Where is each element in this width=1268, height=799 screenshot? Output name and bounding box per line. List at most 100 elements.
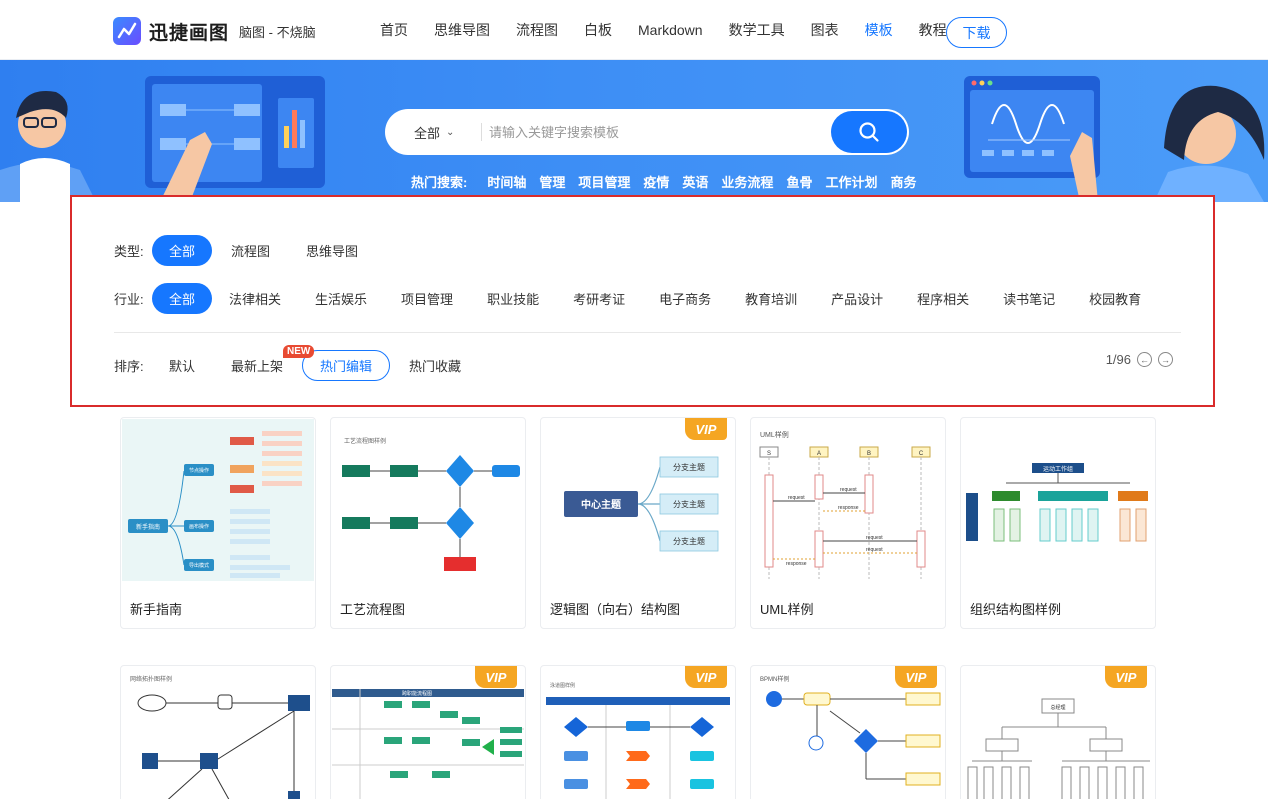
search-input[interactable] — [489, 117, 819, 147]
hero-banner: 全部 ⌄ 热门搜索: 时间轴 管理 项目管理 疫情 英语 业务流程 鱼骨 工作计… — [0, 60, 1268, 202]
thumb-branch-label: 画布操作 — [189, 523, 209, 530]
vip-badge: VIP — [895, 666, 937, 688]
hot-search-label: 热门搜索: — [411, 175, 468, 190]
template-card[interactable]: VIP BPMN样例 — [750, 665, 946, 799]
nav-item-whiteboard[interactable]: 白板 — [584, 20, 612, 40]
nav-item-flowchart[interactable]: 流程图 — [516, 20, 558, 40]
template-card[interactable]: 运动工作组 组织结构图样例 — [960, 417, 1156, 629]
download-button[interactable]: 下载 — [946, 17, 1007, 48]
thumb-top-label: 总经理 — [1050, 704, 1065, 711]
industry-chip[interactable]: 职业技能 — [470, 283, 556, 314]
thumb-branch-label: 导出模式 — [189, 562, 209, 569]
template-card[interactable]: VIP 总经理 — [960, 665, 1156, 799]
next-page-icon[interactable]: → — [1158, 352, 1173, 367]
thumb-lane-label: S — [767, 451, 771, 457]
industry-chip-all[interactable]: 全部 — [152, 283, 213, 314]
template-title: 组织结构图样例 — [970, 602, 1062, 617]
template-title: 逻辑图（向右）结构图 — [550, 602, 681, 617]
nav-item-charts[interactable]: 图表 — [811, 20, 839, 40]
search-icon — [859, 122, 879, 142]
thumb-message-label: request — [866, 535, 883, 541]
industry-chip[interactable]: 程序相关 — [900, 283, 986, 314]
sort-chip-hot-edit[interactable]: 热门编辑 — [302, 350, 391, 381]
type-chip-flowchart[interactable]: 流程图 — [214, 235, 287, 266]
nav-item-mindmap[interactable]: 思维导图 — [434, 20, 490, 40]
industry-filter-row: 行业: 全部 法律相关 生活娱乐 项目管理 职业技能 考研考证 电子商务 教育培… — [114, 283, 1158, 314]
thumb-message-label: response — [786, 561, 807, 567]
industry-chip[interactable]: 产品设计 — [814, 283, 900, 314]
template-card[interactable]: VIP 泳道图样例 — [540, 665, 736, 799]
hot-search-term[interactable]: 疫情 — [643, 172, 669, 191]
nav-item-markdown[interactable]: Markdown — [638, 22, 703, 38]
prev-page-icon[interactable]: ← — [1137, 352, 1152, 367]
logo-subtitle: 脑图 - 不烧脑 — [239, 24, 316, 40]
thumb-heading: 网络拓扑图样例 — [130, 675, 172, 683]
sort-chip-hot-favorite[interactable]: 热门收藏 — [392, 350, 478, 381]
industry-chip[interactable]: 生活娱乐 — [298, 283, 384, 314]
hot-search-term[interactable]: 项目管理 — [578, 172, 630, 191]
hot-search-term[interactable]: 英语 — [682, 172, 708, 191]
nav-item-math-tools[interactable]: 数学工具 — [729, 20, 785, 40]
thumb-branch-label: 分支主题 — [673, 536, 705, 546]
logo-name: 迅捷画图 — [149, 22, 230, 44]
industry-chip[interactable]: 法律相关 — [212, 283, 298, 314]
thumb-heading: BPMN样例 — [760, 675, 789, 683]
thumb-lane-label: B — [867, 451, 871, 457]
industry-filter-label: 行业: — [114, 292, 144, 307]
thumb-heading: 跨职能流程图 — [402, 690, 432, 697]
nav-item-templates[interactable]: 模板 — [865, 20, 893, 40]
template-card[interactable]: UML样例 S A B C request request response r… — [750, 417, 946, 629]
template-card[interactable]: VIP 跨职能流程图 — [330, 665, 526, 799]
hot-search-term[interactable]: 时间轴 — [487, 172, 526, 191]
hot-search-term[interactable]: 管理 — [539, 172, 565, 191]
nav-item-tutorials[interactable]: 教程 — [919, 20, 947, 40]
industry-chip[interactable]: 校园教育 — [1072, 283, 1158, 314]
thumb-center-label: 中心主题 — [581, 498, 622, 511]
thumb-heading: 工艺流程图样例 — [344, 437, 386, 445]
thumb-heading: 泳道图样例 — [550, 682, 575, 689]
industry-chip[interactable]: 项目管理 — [384, 283, 470, 314]
template-title: 工艺流程图 — [340, 602, 406, 617]
thumb-message-label: request — [788, 495, 805, 501]
main-nav: 首页 思维导图 流程图 白板 Markdown 数学工具 图表 模板 教程 — [380, 0, 973, 60]
industry-chip[interactable]: 考研考证 — [556, 283, 642, 314]
logo[interactable]: 迅捷画图 脑图 - 不烧脑 — [113, 17, 316, 45]
search-button[interactable] — [831, 111, 907, 153]
thumb-message-label: request — [866, 547, 883, 553]
hot-search-term[interactable]: 鱼骨 — [786, 172, 812, 191]
pager: 1/96 ← → — [1106, 352, 1173, 367]
vip-badge: VIP — [1105, 666, 1147, 688]
template-card[interactable]: VIP 中心主题 分支主题 分支主题 分支主题 逻辑图（向右）结构图 — [540, 417, 736, 629]
template-thumbnail: 中心主题 分支主题 分支主题 分支主题 — [542, 419, 734, 581]
hot-search-term[interactable]: 商务 — [890, 172, 916, 191]
hot-search-row: 热门搜索: 时间轴 管理 项目管理 疫情 英语 业务流程 鱼骨 工作计划 商务 — [411, 172, 929, 191]
type-chip-mindmap[interactable]: 思维导图 — [289, 235, 375, 266]
hot-search-term[interactable]: 工作计划 — [825, 172, 877, 191]
thumb-message-label: response — [838, 505, 859, 511]
template-title: UML样例 — [760, 602, 814, 617]
logo-icon — [113, 17, 141, 45]
type-filter-label: 类型: — [114, 244, 144, 259]
thumb-lane-label: C — [919, 451, 924, 457]
template-card[interactable]: 网络拓扑图样例 — [120, 665, 316, 799]
template-card[interactable]: 工艺流程图样例 工艺流程图 — [330, 417, 526, 629]
thumb-top-label: 运动工作组 — [1043, 465, 1073, 473]
industry-chip[interactable]: 电子商务 — [642, 283, 728, 314]
hot-search-term[interactable]: 业务流程 — [721, 172, 773, 191]
sort-label: 排序: — [114, 359, 144, 374]
industry-chip[interactable]: 教育培训 — [728, 283, 814, 314]
search-scope-dropdown[interactable]: 全部 ⌄ — [414, 109, 454, 155]
template-card[interactable]: 新手指南 节点操作 画布操作 导出模式 新手指南 — [120, 417, 316, 629]
new-badge: NEW — [283, 345, 315, 358]
template-thumbnail: 网络拓扑图样例 — [122, 667, 314, 799]
thumb-branch-label: 节点操作 — [189, 467, 209, 474]
thumb-branch-label: 分支主题 — [673, 462, 705, 472]
template-title: 新手指南 — [130, 602, 183, 617]
search-divider — [481, 123, 482, 141]
sort-chip-default[interactable]: 默认 — [152, 350, 212, 381]
vip-badge: VIP — [685, 418, 727, 440]
industry-chip[interactable]: 读书笔记 — [986, 283, 1072, 314]
vip-badge: VIP — [475, 666, 517, 688]
type-chip-all[interactable]: 全部 — [152, 235, 213, 266]
nav-item-home[interactable]: 首页 — [380, 20, 408, 40]
